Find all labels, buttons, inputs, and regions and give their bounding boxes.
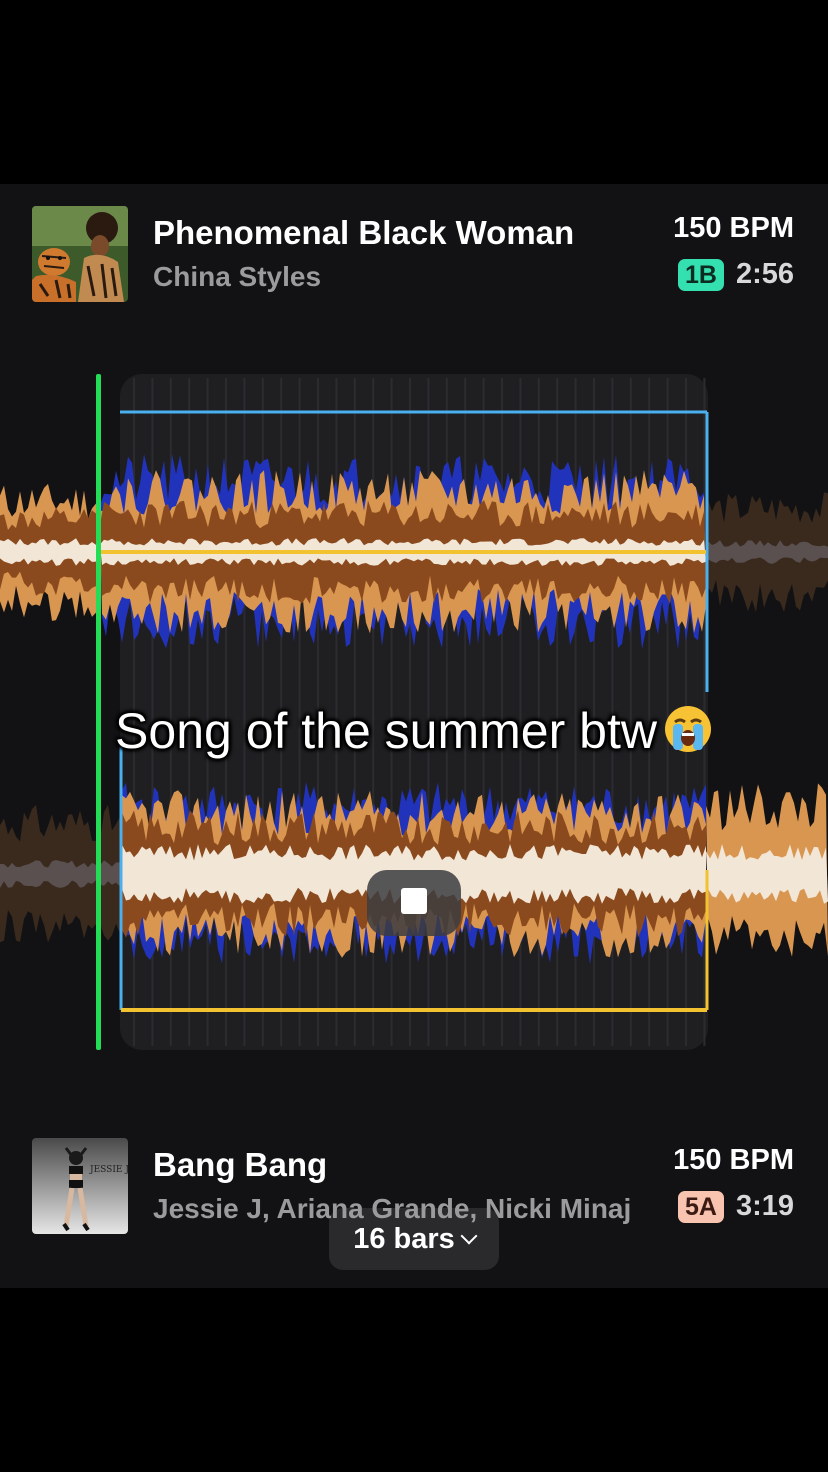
track-duration: 2:56 xyxy=(735,258,794,290)
key-badge: 5A xyxy=(677,1190,724,1223)
track-meta: 5A 3:19 xyxy=(677,1190,794,1223)
album-cover-top xyxy=(32,206,128,302)
video-caption: Song of the summer btw xyxy=(0,702,828,766)
track-duration: 3:19 xyxy=(735,1190,794,1222)
track-bpm: 150 BPM xyxy=(673,212,794,244)
caption-text: Song of the summer btw xyxy=(115,703,657,759)
stop-icon xyxy=(401,888,427,914)
svg-text:JESSIE J: JESSIE J xyxy=(89,1165,128,1175)
deck-bottom-track[interactable]: JESSIE J Bang Bang Jessie J, Ariana Gran… xyxy=(0,1136,828,1236)
track-bpm: 150 BPM xyxy=(673,1144,794,1176)
key-badge: 1B xyxy=(677,258,724,291)
track-artist: Jessie J, Ariana Grande, Nicki Minaj xyxy=(153,1193,632,1224)
track-title: Phenomenal Black Woman xyxy=(153,214,575,251)
album-cover-bottom: JESSIE J xyxy=(32,1138,128,1234)
loudly-crying-face-icon xyxy=(663,704,713,766)
deck-top-track[interactable]: Phenomenal Black Woman China Styles 150 … xyxy=(0,204,828,304)
track-meta: 1B 2:56 xyxy=(677,258,794,291)
track-artist: China Styles xyxy=(153,261,322,292)
stop-button[interactable] xyxy=(367,870,461,936)
dj-mixer-screen: Phenomenal Black Woman China Styles 150 … xyxy=(0,184,828,1288)
album-art-jessie-j-icon: JESSIE J xyxy=(32,1138,128,1234)
track-title: Bang Bang xyxy=(153,1146,328,1183)
album-art-woman-with-tiger-icon xyxy=(32,206,128,302)
